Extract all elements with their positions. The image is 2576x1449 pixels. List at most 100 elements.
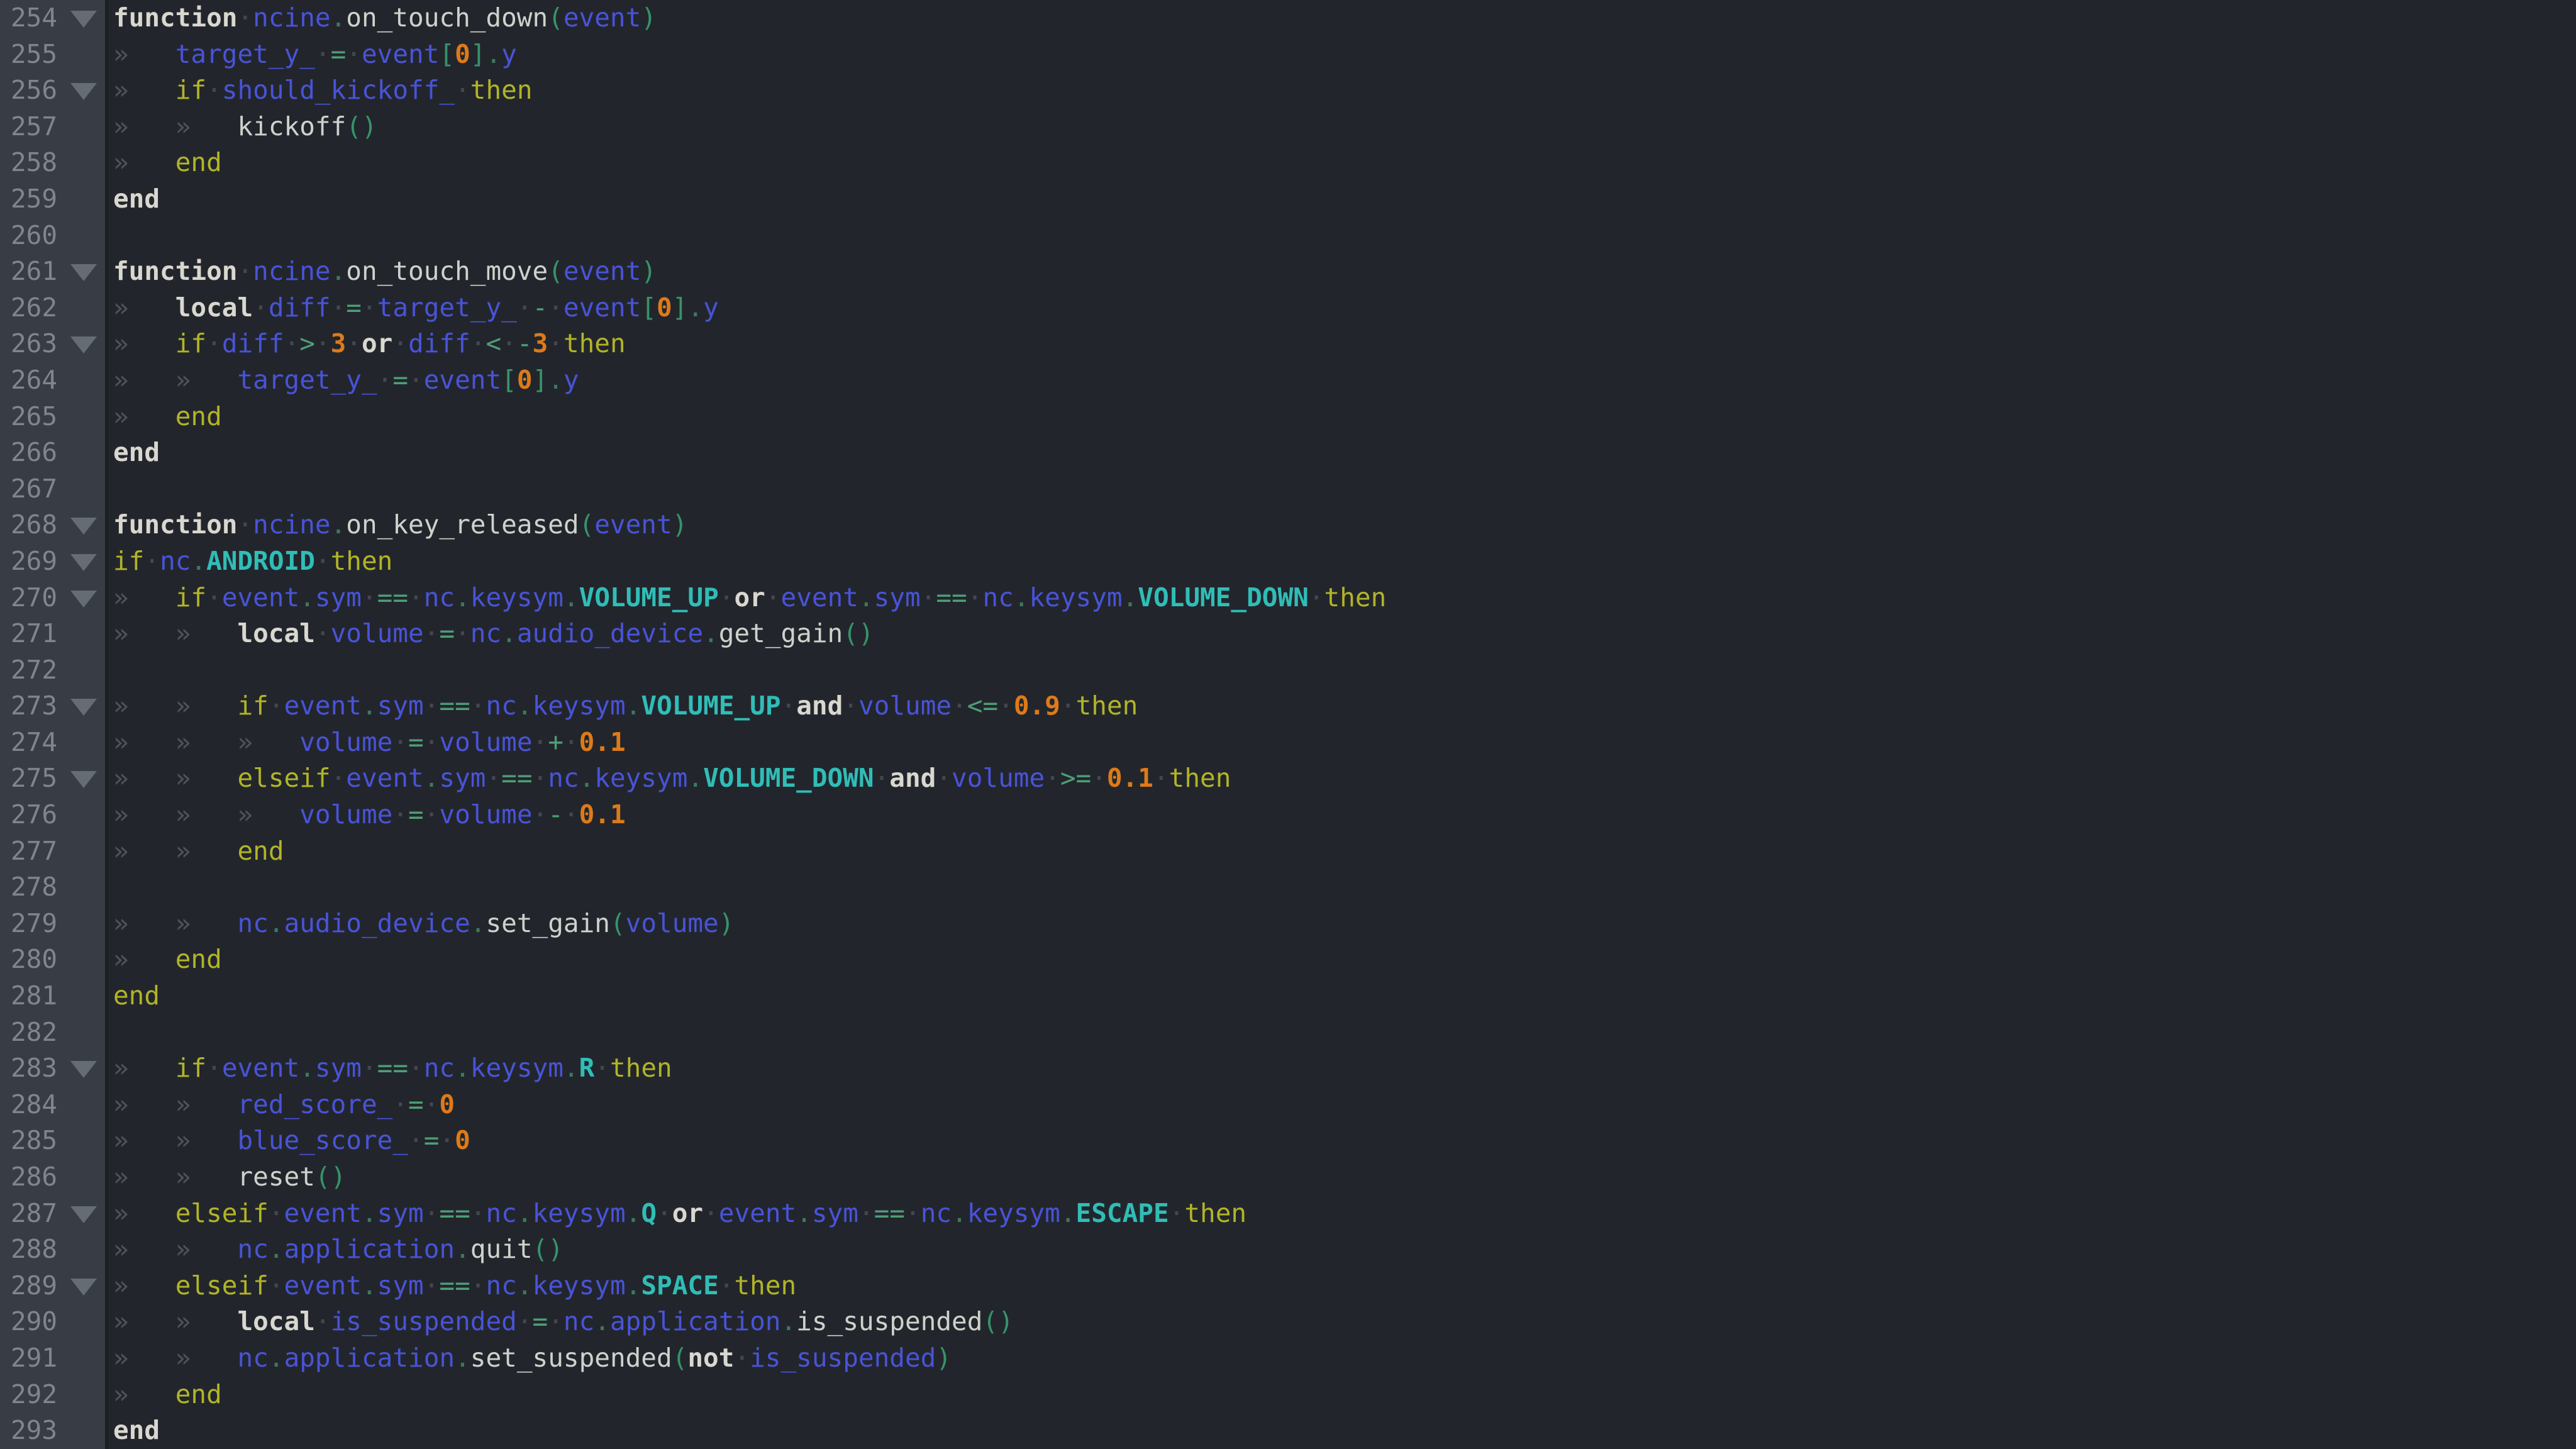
line-number[interactable]: 254 bbox=[0, 0, 108, 36]
code-line-text[interactable]: » » nc.application.set_suspended(not·is_… bbox=[108, 1340, 2576, 1377]
code-line-text[interactable]: » elseif·event.sym·==·nc.keysym.SPACE·th… bbox=[108, 1268, 2576, 1304]
code-line-text[interactable]: function·ncine.on_touch_down(event) bbox=[108, 0, 2576, 36]
fold-arrow-icon[interactable] bbox=[70, 11, 97, 28]
code-line-text[interactable]: end bbox=[108, 181, 2576, 218]
line-number[interactable]: 260 bbox=[0, 217, 108, 254]
code-token: ] bbox=[532, 364, 548, 395]
code-line-text[interactable]: » local·diff·=·target_y_·-·event[0].y bbox=[108, 290, 2576, 326]
line-number[interactable]: 280 bbox=[0, 941, 108, 979]
line-number[interactable]: 285 bbox=[0, 1123, 108, 1159]
line-number[interactable]: 263 bbox=[0, 326, 108, 362]
code-line-text[interactable]: » » local·volume·=·nc.audio_device.get_g… bbox=[108, 616, 2576, 652]
code-line-text[interactable]: » » » volume·=·volume·-·0.1 bbox=[108, 797, 2576, 833]
code-line-text[interactable]: end bbox=[108, 1413, 2576, 1449]
code-line-text[interactable]: » if·diff·>·3·or·diff·<·-3·then bbox=[108, 326, 2576, 362]
line-number[interactable]: 288 bbox=[0, 1231, 108, 1268]
code-line: 278 bbox=[0, 869, 2576, 906]
line-number[interactable]: 269 bbox=[0, 543, 108, 580]
line-number[interactable]: 267 bbox=[0, 470, 108, 508]
code-line-text[interactable]: end bbox=[108, 978, 2576, 1014]
fold-arrow-icon[interactable] bbox=[70, 83, 97, 101]
line-number[interactable]: 293 bbox=[0, 1413, 108, 1449]
code-line-text[interactable]: » » end bbox=[108, 833, 2576, 870]
line-number[interactable]: 274 bbox=[0, 724, 108, 761]
code-line-text[interactable]: function·ncine.on_touch_move(event) bbox=[108, 253, 2576, 290]
code-line-text[interactable]: » » nc.application.quit() bbox=[108, 1231, 2576, 1268]
code-line-text[interactable]: » » red_score_·=·0 bbox=[108, 1087, 2576, 1123]
code-line-text[interactable]: if·nc.ANDROID·then bbox=[108, 543, 2576, 580]
line-number[interactable]: 266 bbox=[0, 435, 108, 471]
fold-arrow-icon[interactable] bbox=[70, 264, 97, 282]
line-number[interactable]: 290 bbox=[0, 1304, 108, 1340]
line-number[interactable]: 281 bbox=[0, 978, 108, 1014]
code-token: function bbox=[113, 509, 238, 540]
line-number[interactable]: 264 bbox=[0, 362, 108, 399]
code-line-text[interactable] bbox=[108, 218, 2576, 254]
code-line-text[interactable] bbox=[108, 471, 2576, 508]
line-number[interactable]: 278 bbox=[0, 869, 108, 906]
line-number[interactable]: 255 bbox=[0, 36, 108, 73]
code-line-text[interactable]: » » if·event.sym·==·nc.keysym.VOLUME_UP·… bbox=[108, 688, 2576, 724]
fold-arrow-icon[interactable] bbox=[70, 553, 97, 571]
line-number[interactable]: 286 bbox=[0, 1159, 108, 1196]
code-line-text[interactable]: » » blue_score_·=·0 bbox=[108, 1123, 2576, 1159]
line-number[interactable]: 282 bbox=[0, 1014, 108, 1051]
code-line-text[interactable]: » » » volume·=·volume·+·0.1 bbox=[108, 724, 2576, 761]
line-number[interactable]: 287 bbox=[0, 1195, 108, 1232]
line-number[interactable]: 270 bbox=[0, 579, 108, 616]
line-number[interactable]: 261 bbox=[0, 253, 108, 290]
line-number[interactable]: 275 bbox=[0, 760, 108, 797]
line-number[interactable]: 271 bbox=[0, 616, 108, 652]
line-number[interactable]: 272 bbox=[0, 652, 108, 689]
code-line-text[interactable]: » if·should_kickoff_·then bbox=[108, 72, 2576, 109]
code-line-text[interactable]: » » reset() bbox=[108, 1159, 2576, 1196]
code-line-text[interactable] bbox=[108, 1014, 2576, 1051]
code-line-text[interactable]: » elseif·event.sym·==·nc.keysym.Q·or·eve… bbox=[108, 1196, 2576, 1232]
code-line-text[interactable] bbox=[108, 652, 2576, 689]
code-token: function bbox=[113, 3, 238, 33]
line-number[interactable]: 283 bbox=[0, 1050, 108, 1087]
indent-marker: » bbox=[113, 1342, 175, 1373]
fold-arrow-icon[interactable] bbox=[70, 1206, 97, 1223]
code-line-text[interactable]: » if·event.sym·==·nc.keysym.VOLUME_UP·or… bbox=[108, 580, 2576, 616]
fold-arrow-icon[interactable] bbox=[70, 1278, 97, 1296]
line-number[interactable]: 258 bbox=[0, 145, 108, 181]
line-number[interactable]: 257 bbox=[0, 108, 108, 145]
code-line-text[interactable]: » » kickoff() bbox=[108, 109, 2576, 145]
code-token: keysym bbox=[470, 1053, 564, 1084]
fold-arrow-icon[interactable] bbox=[70, 771, 97, 789]
code-editor[interactable]: 254 function·ncine.on_touch_down(event) 25… bbox=[0, 0, 2576, 1449]
line-number[interactable]: 279 bbox=[0, 905, 108, 942]
code-line-text[interactable]: » » target_y_·=·event[0].y bbox=[108, 362, 2576, 399]
indent-marker: » bbox=[175, 1162, 238, 1192]
code-line-text[interactable]: » target_y_·=·event[0].y bbox=[108, 36, 2576, 73]
code-line-text[interactable]: end bbox=[108, 435, 2576, 471]
line-number[interactable]: 277 bbox=[0, 833, 108, 870]
fold-arrow-icon[interactable] bbox=[70, 590, 97, 608]
fold-arrow-icon[interactable] bbox=[70, 518, 97, 535]
line-number[interactable]: 289 bbox=[0, 1267, 108, 1304]
code-line-text[interactable]: » if·event.sym·==·nc.keysym.R·then bbox=[108, 1050, 2576, 1087]
line-number[interactable]: 256 bbox=[0, 72, 108, 109]
code-line-text[interactable] bbox=[108, 869, 2576, 906]
code-line-text[interactable]: » end bbox=[108, 399, 2576, 435]
line-number[interactable]: 259 bbox=[0, 180, 108, 218]
code-line-text[interactable]: function·ncine.on_key_released(event) bbox=[108, 507, 2576, 543]
line-number[interactable]: 262 bbox=[0, 289, 108, 326]
fold-arrow-icon[interactable] bbox=[70, 1061, 97, 1079]
code-line-text[interactable]: » end bbox=[108, 145, 2576, 181]
line-number[interactable]: 265 bbox=[0, 398, 108, 435]
code-line-text[interactable]: » » local·is_suspended·=·nc.application.… bbox=[108, 1304, 2576, 1340]
line-number[interactable]: 273 bbox=[0, 688, 108, 724]
fold-arrow-icon[interactable] bbox=[70, 336, 97, 354]
line-number[interactable]: 284 bbox=[0, 1086, 108, 1123]
code-line-text[interactable]: » end bbox=[108, 1377, 2576, 1413]
line-number[interactable]: 292 bbox=[0, 1376, 108, 1413]
code-line-text[interactable]: » end bbox=[108, 941, 2576, 978]
line-number[interactable]: 291 bbox=[0, 1340, 108, 1377]
line-number[interactable]: 268 bbox=[0, 507, 108, 543]
fold-arrow-icon[interactable] bbox=[70, 699, 97, 716]
line-number[interactable]: 276 bbox=[0, 797, 108, 833]
code-line-text[interactable]: » » elseif·event.sym·==·nc.keysym.VOLUME… bbox=[108, 760, 2576, 797]
code-line-text[interactable]: » » nc.audio_device.set_gain(volume) bbox=[108, 906, 2576, 942]
